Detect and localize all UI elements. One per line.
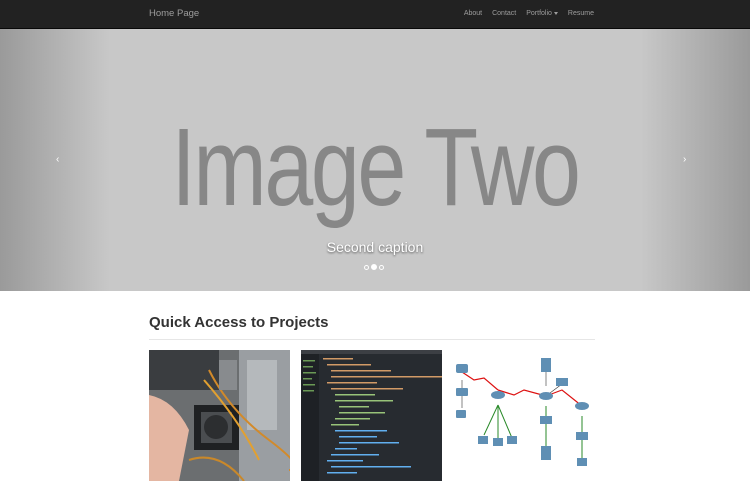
slide-caption: Second caption: [326, 239, 424, 255]
nav-item-about[interactable]: About: [464, 10, 482, 17]
slide-placeholder-text: Image Two: [171, 106, 581, 229]
chevron-left-icon[interactable]: ‹: [56, 154, 59, 165]
brand-link[interactable]: Home Page: [149, 8, 199, 19]
caret-down-icon: [553, 11, 558, 15]
nav-links: About Contact Portfolio Resume: [464, 10, 594, 17]
project-thumbnail-code-editor[interactable]: [301, 350, 442, 481]
project-thumbnail-hardware[interactable]: [149, 350, 290, 481]
chevron-right-icon[interactable]: ›: [683, 154, 686, 165]
page: Home Page About Contact Portfolio Resume…: [0, 0, 750, 500]
navbar: Home Page About Contact Portfolio Resume: [0, 0, 750, 29]
project-thumbnail-network-diagram[interactable]: [454, 350, 595, 481]
network-diagram-image: [454, 350, 595, 481]
code-editor-image: [301, 350, 442, 481]
hardware-photo-image: [149, 350, 290, 481]
carousel-indicators: [364, 264, 384, 270]
nav-item-resume[interactable]: Resume: [568, 10, 594, 17]
carousel: Image Two Second caption ‹ ›: [0, 29, 750, 291]
nav-item-contact[interactable]: Contact: [492, 10, 516, 17]
section-divider: [149, 339, 595, 340]
carousel-indicator-3[interactable]: [379, 264, 384, 270]
nav-item-portfolio-dropdown[interactable]: Portfolio: [526, 10, 558, 17]
nav-item-portfolio-label: Portfolio: [526, 10, 552, 17]
carousel-indicator-2[interactable]: [371, 264, 377, 270]
carousel-indicator-1[interactable]: [364, 264, 369, 270]
section-title: Quick Access to Projects: [149, 314, 329, 331]
